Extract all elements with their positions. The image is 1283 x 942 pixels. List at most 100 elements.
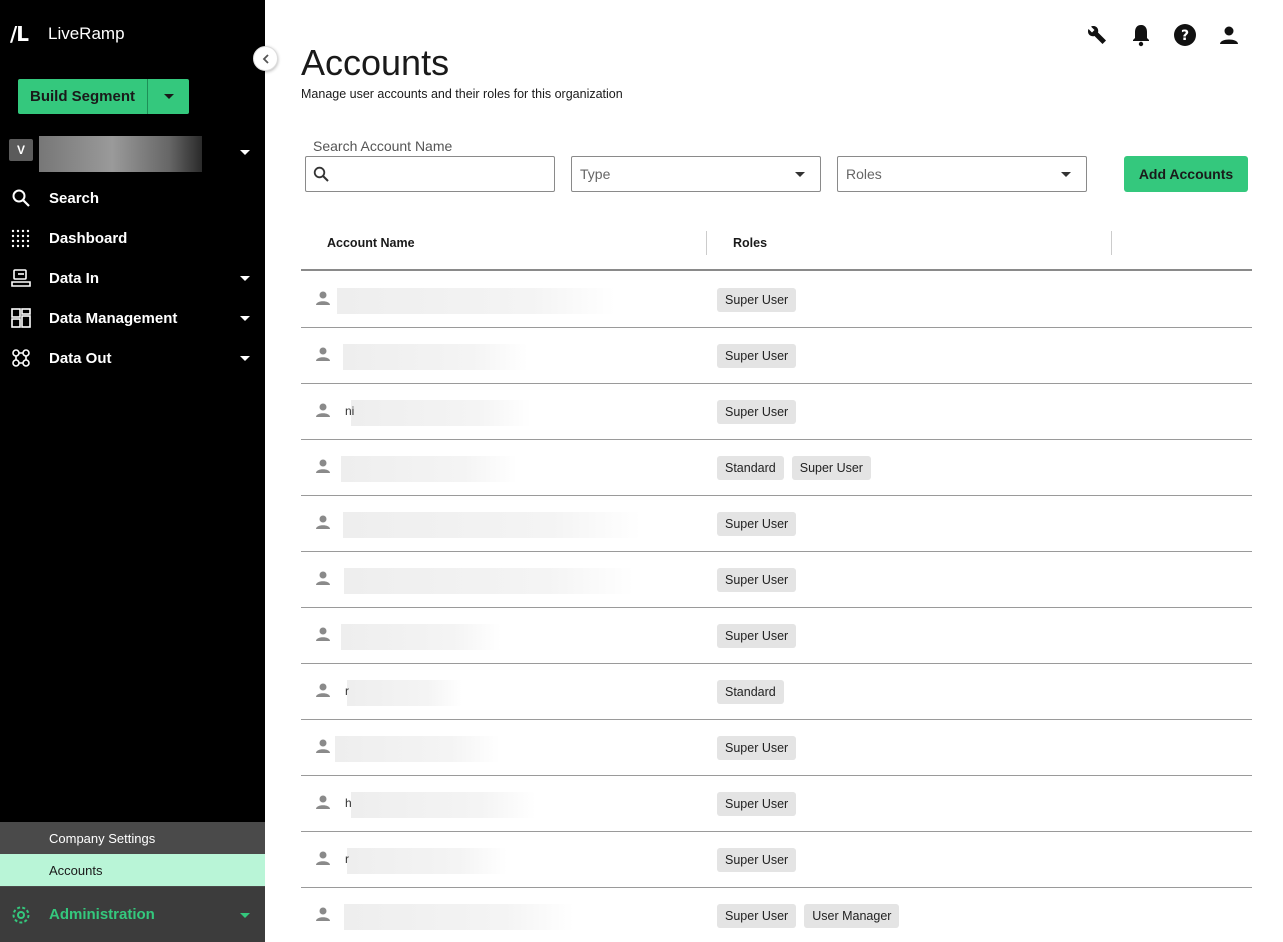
search-field <box>305 156 555 192</box>
role-badge: Super User <box>717 624 797 648</box>
user-icon <box>315 738 331 759</box>
role-badges: Super User <box>717 848 804 872</box>
wrench-icon[interactable] <box>1084 22 1110 48</box>
role-badge: Super User <box>717 792 797 816</box>
role-badge: Super User <box>717 848 797 872</box>
org-name-redacted <box>39 136 202 172</box>
column-header-roles[interactable]: Roles <box>733 236 767 250</box>
bell-icon[interactable] <box>1128 22 1154 48</box>
account-name-redacted <box>351 400 531 426</box>
table-row[interactable]: Super User <box>301 272 1252 328</box>
role-badges: Super User <box>717 568 804 592</box>
search-icon <box>313 166 329 187</box>
svg-text:?: ? <box>1181 28 1189 44</box>
role-badge: Standard <box>717 456 784 480</box>
role-badge: Super User <box>717 568 797 592</box>
user-icon <box>315 626 331 647</box>
column-divider[interactable] <box>706 231 707 255</box>
table-row[interactable]: Super User <box>301 720 1252 776</box>
logo-text: LiveRamp <box>48 24 125 43</box>
chevron-down-icon <box>240 356 250 361</box>
table-row[interactable]: r Standard <box>301 664 1252 720</box>
account-name-redacted <box>337 288 615 314</box>
user-icon <box>315 458 331 479</box>
account-name-redacted <box>347 848 507 874</box>
nav-item-data-in[interactable]: Data In <box>0 258 265 298</box>
sidebar-item-company-settings[interactable]: Company Settings <box>0 822 265 854</box>
table-row[interactable]: Super User <box>301 608 1252 664</box>
table-row[interactable]: Super User User Manager <box>301 888 1252 942</box>
build-segment-dropdown-button[interactable] <box>148 79 189 114</box>
column-header-account-name[interactable]: Account Name <box>327 236 415 250</box>
nav-label: Dashboard <box>49 229 128 247</box>
role-badges: Standard Super User <box>717 456 879 480</box>
roles-select-placeholder: Roles <box>846 166 882 182</box>
nav-item-administration[interactable]: Administration <box>0 887 265 942</box>
data-in-icon <box>10 267 32 289</box>
sidebar: /L LiveRamp Build Segment V Search Dashb… <box>0 0 265 942</box>
user-icon <box>315 906 331 927</box>
account-name-redacted <box>343 512 641 538</box>
table-row[interactable]: Super User <box>301 328 1252 384</box>
role-badges: Super User User Manager <box>717 904 907 928</box>
data-out-icon <box>10 347 32 369</box>
nav-item-search[interactable]: Search <box>0 178 265 218</box>
nav-label: Data In <box>49 269 100 287</box>
role-badges: Super User <box>717 288 804 312</box>
account-name-redacted <box>335 736 500 762</box>
user-icon <box>315 514 331 535</box>
user-icon <box>315 570 331 591</box>
add-accounts-button[interactable]: Add Accounts <box>1124 156 1248 192</box>
role-badges: Standard <box>717 680 792 704</box>
table-row[interactable]: ni Super User <box>301 384 1252 440</box>
header-actions: ? <box>1084 22 1260 48</box>
nav-item-data-management[interactable]: Data Management <box>0 298 265 338</box>
role-badge: Super User <box>717 400 797 424</box>
gear-icon <box>10 904 32 926</box>
chevron-down-icon <box>240 316 250 321</box>
role-badge: Super User <box>717 288 797 312</box>
organization-switcher[interactable]: V <box>9 135 254 173</box>
nav-label: Administration <box>49 906 155 923</box>
nav-label: Data Management <box>49 309 178 327</box>
role-badges: Super User <box>717 624 804 648</box>
user-icon <box>315 290 331 311</box>
liveramp-logo[interactable]: /L LiveRamp <box>10 22 125 46</box>
build-segment-button[interactable]: Build Segment <box>18 79 148 114</box>
nav-item-data-out[interactable]: Data Out <box>0 338 265 378</box>
role-badge: Super User <box>717 736 797 760</box>
page-subtitle: Manage user accounts and their roles for… <box>301 87 623 101</box>
table-row[interactable]: Super User <box>301 552 1252 608</box>
table-row[interactable]: Standard Super User <box>301 440 1252 496</box>
account-name-redacted <box>344 904 574 930</box>
nav-item-dashboard[interactable]: Dashboard <box>0 218 265 258</box>
collapse-sidebar-button[interactable] <box>253 46 278 71</box>
role-badges: Super User <box>717 792 804 816</box>
role-badge: Super User <box>717 344 797 368</box>
role-badges: Super User <box>717 400 804 424</box>
chevron-down-icon <box>1061 172 1071 177</box>
table-row[interactable]: r Super User <box>301 832 1252 888</box>
search-input[interactable] <box>336 161 546 187</box>
table-row[interactable]: h Super User <box>301 776 1252 832</box>
nav-label: Search <box>49 189 100 207</box>
account-icon[interactable] <box>1216 22 1242 48</box>
help-icon[interactable]: ? <box>1172 22 1198 48</box>
type-select[interactable]: Type <box>571 156 821 192</box>
column-divider[interactable] <box>1111 231 1112 255</box>
search-label: Search Account Name <box>313 138 453 154</box>
account-name-redacted <box>343 344 528 370</box>
user-icon <box>315 346 331 367</box>
table-row[interactable]: Super User <box>301 496 1252 552</box>
type-select-placeholder: Type <box>580 166 611 182</box>
sidebar-item-accounts[interactable]: Accounts <box>0 854 265 886</box>
account-name-redacted <box>341 624 501 650</box>
chevron-left-icon <box>262 53 269 64</box>
nav-label: Data Out <box>49 349 112 367</box>
roles-select[interactable]: Roles <box>837 156 1087 192</box>
role-badge: Standard <box>717 680 784 704</box>
page-title: Accounts <box>301 42 450 83</box>
account-name: h <box>345 796 352 810</box>
account-name-redacted <box>344 568 634 594</box>
role-badge: Super User <box>791 456 871 480</box>
